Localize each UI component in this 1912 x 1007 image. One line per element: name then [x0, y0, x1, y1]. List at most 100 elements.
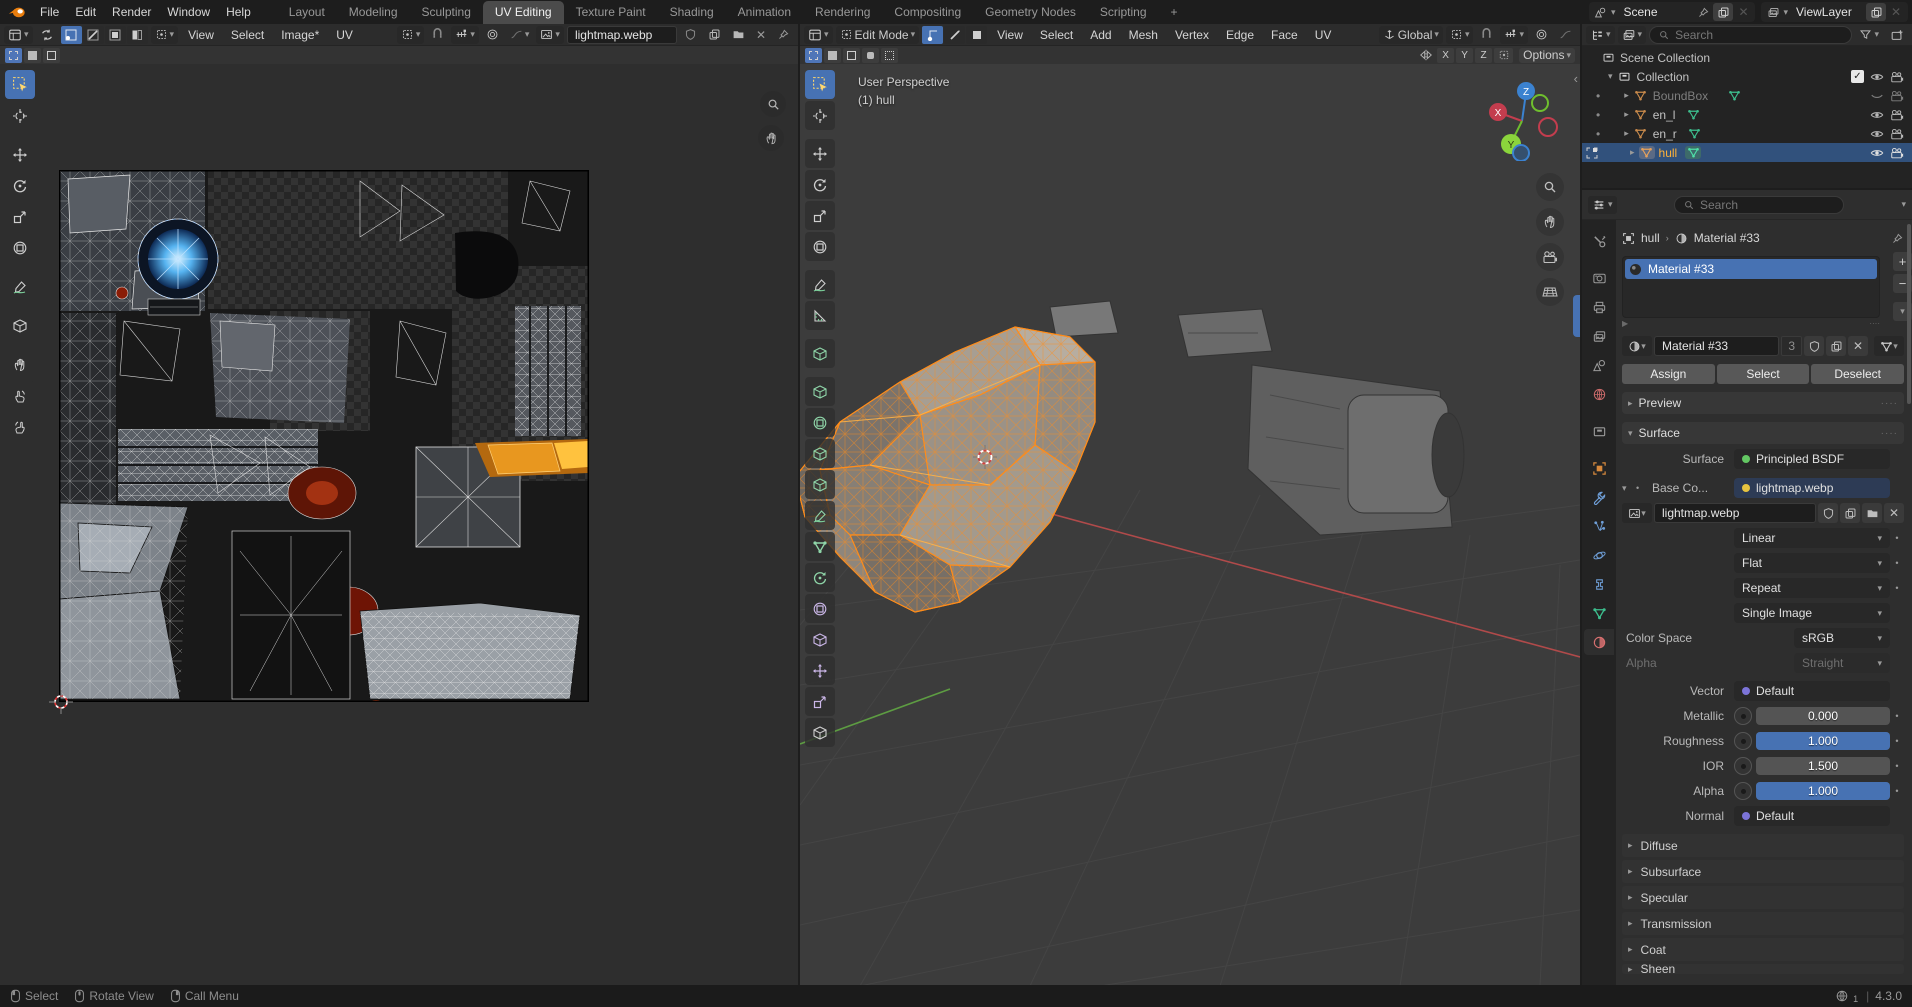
uv-select-edge-button[interactable]: [83, 26, 104, 44]
tool-transform[interactable]: [805, 232, 835, 261]
tab-texture-paint[interactable]: Texture Paint: [564, 1, 658, 24]
fake-user-icon[interactable]: [680, 26, 701, 44]
hide-icon[interactable]: [1870, 70, 1884, 84]
proportional-falloff-button[interactable]: [1555, 26, 1576, 44]
select-invert-button[interactable]: [862, 48, 879, 63]
uv-tool-grab[interactable]: [5, 350, 35, 379]
tab-compositing[interactable]: Compositing: [882, 1, 973, 24]
open-image-icon[interactable]: [728, 26, 749, 44]
deselect-button[interactable]: Deselect: [1811, 364, 1904, 384]
render-visibility-icon[interactable]: [1890, 108, 1904, 122]
uv-tool-relax[interactable]: [5, 381, 35, 410]
ior-socket[interactable]: [1734, 757, 1752, 775]
pin-icon[interactable]: [1891, 232, 1904, 245]
pivot-point-button[interactable]: ▾: [1446, 26, 1474, 44]
outliner-editor-type-button[interactable]: ▾: [1586, 26, 1615, 44]
vp-menu-select[interactable]: Select: [1033, 28, 1080, 42]
assign-button[interactable]: Assign: [1622, 364, 1715, 384]
select-mode-vertex-button[interactable]: [922, 26, 943, 44]
render-visibility-icon[interactable]: [1890, 70, 1904, 84]
pin-icon[interactable]: [773, 26, 794, 44]
uv-pan-button[interactable]: [758, 125, 784, 151]
select-mode-subtract-button[interactable]: [43, 48, 60, 63]
outliner-row-scene-collection[interactable]: Scene Collection: [1582, 48, 1912, 67]
vp-menu-edge[interactable]: Edge: [1219, 28, 1261, 42]
mirror-x-button[interactable]: X: [1437, 48, 1454, 63]
camera-view-button[interactable]: [1536, 243, 1564, 271]
subsurface-panel-header[interactable]: ▸Subsurface: [1622, 860, 1904, 883]
uv-canvas[interactable]: [0, 65, 798, 985]
new-collection-button[interactable]: [1886, 26, 1908, 44]
properties-options-icon[interactable]: ▾: [1901, 200, 1906, 209]
tab-animation[interactable]: Animation: [726, 1, 803, 24]
uv-tool-cursor[interactable]: [5, 101, 35, 130]
unlink-image-button[interactable]: ✕: [752, 26, 770, 44]
pin-icon[interactable]: [1693, 3, 1713, 21]
snap-settings-button[interactable]: ▾: [1500, 26, 1528, 44]
tab-uv-editing[interactable]: UV Editing: [483, 1, 564, 24]
fake-user-icon[interactable]: [1818, 503, 1838, 523]
vp-menu-add[interactable]: Add: [1083, 28, 1118, 42]
render-visibility-icon[interactable]: [1890, 89, 1904, 103]
tool-knife[interactable]: [805, 501, 835, 530]
outliner-filter-button[interactable]: ▾: [1855, 26, 1883, 44]
snap-toggle[interactable]: [1476, 26, 1497, 44]
base-color-field[interactable]: lightmap.webp: [1734, 478, 1890, 498]
uv-pivot-button[interactable]: ▾: [397, 26, 425, 44]
tool-loop-cut[interactable]: [805, 470, 835, 499]
projection-dropdown[interactable]: Flat▾: [1734, 553, 1890, 573]
uv-tool-rip-region[interactable]: [5, 311, 35, 340]
open-image-icon[interactable]: [1862, 503, 1882, 523]
vp-menu-uv[interactable]: UV: [1308, 28, 1339, 42]
uv-snap-toggle[interactable]: [427, 26, 448, 44]
ior-slider[interactable]: 1.500: [1756, 757, 1890, 775]
coat-panel-header[interactable]: ▸Coat: [1622, 938, 1904, 961]
select-mode-new-button[interactable]: [5, 48, 22, 63]
uv-image-name-field[interactable]: lightmap.webp: [567, 26, 677, 44]
viewport-canvas[interactable]: User Perspective (1) hull ‹ Z X Y: [800, 65, 1580, 985]
tab-material[interactable]: [1584, 629, 1614, 655]
tab-scene[interactable]: [1584, 352, 1614, 378]
duplicate-material-icon[interactable]: [1826, 336, 1846, 356]
menu-edit[interactable]: Edit: [67, 0, 104, 24]
navigation-gizmo[interactable]: Z X Y: [1482, 77, 1562, 164]
collection-checkbox[interactable]: ✓: [1851, 70, 1864, 83]
tool-shear[interactable]: [805, 687, 835, 716]
tab-physics[interactable]: [1584, 542, 1614, 568]
tool-rotate[interactable]: [805, 170, 835, 199]
source-dropdown[interactable]: Single Image▾: [1734, 603, 1890, 623]
list-expand-icon[interactable]: ▶: [1622, 319, 1628, 328]
uv-tool-annotate[interactable]: [5, 272, 35, 301]
tab-view-layer[interactable]: [1584, 323, 1614, 349]
roughness-slider[interactable]: 1.000: [1756, 732, 1890, 750]
metallic-slider[interactable]: 0.000: [1756, 707, 1890, 725]
outliner-display-mode-button[interactable]: ▾: [1618, 26, 1647, 44]
tool-shrink-fatten[interactable]: [805, 656, 835, 685]
uv-menu-uv[interactable]: UV: [329, 28, 360, 42]
transmission-panel-header[interactable]: ▸Transmission: [1622, 912, 1904, 935]
uv-select-vertex-button[interactable]: [61, 26, 82, 44]
surface-panel-header[interactable]: ▾ Surface ····: [1622, 422, 1904, 444]
uv-sync-selection-toggle[interactable]: [36, 26, 58, 44]
menu-window[interactable]: Window: [159, 0, 218, 24]
tool-inset-faces[interactable]: [805, 408, 835, 437]
vp-menu-face[interactable]: Face: [1264, 28, 1305, 42]
uv-editor-type-button[interactable]: ▾: [4, 26, 33, 44]
tab-constraints[interactable]: [1584, 571, 1614, 597]
alpha-mode-dropdown[interactable]: Straight▾: [1794, 653, 1890, 673]
roughness-socket[interactable]: [1734, 732, 1752, 750]
menu-render[interactable]: Render: [104, 0, 159, 24]
menu-file[interactable]: File: [32, 0, 67, 24]
list-resize-grip[interactable]: ····: [1869, 319, 1880, 328]
expand-icon[interactable]: ▾: [1608, 72, 1613, 81]
outliner-row-collection[interactable]: ▾ Collection ✓: [1582, 67, 1912, 86]
tab-modifiers[interactable]: [1584, 484, 1614, 510]
mode-selector[interactable]: Edit Mode▾: [836, 26, 920, 44]
image-name-field[interactable]: lightmap.webp: [1654, 503, 1816, 523]
scene-selector[interactable]: ▾ Scene ✕: [1589, 2, 1756, 22]
add-workspace-button[interactable]: +: [1159, 1, 1190, 24]
browse-material-button[interactable]: ▾: [1622, 336, 1652, 356]
tab-scripting[interactable]: Scripting: [1088, 1, 1159, 24]
tool-bevel[interactable]: [805, 439, 835, 468]
tab-object[interactable]: [1584, 455, 1614, 481]
